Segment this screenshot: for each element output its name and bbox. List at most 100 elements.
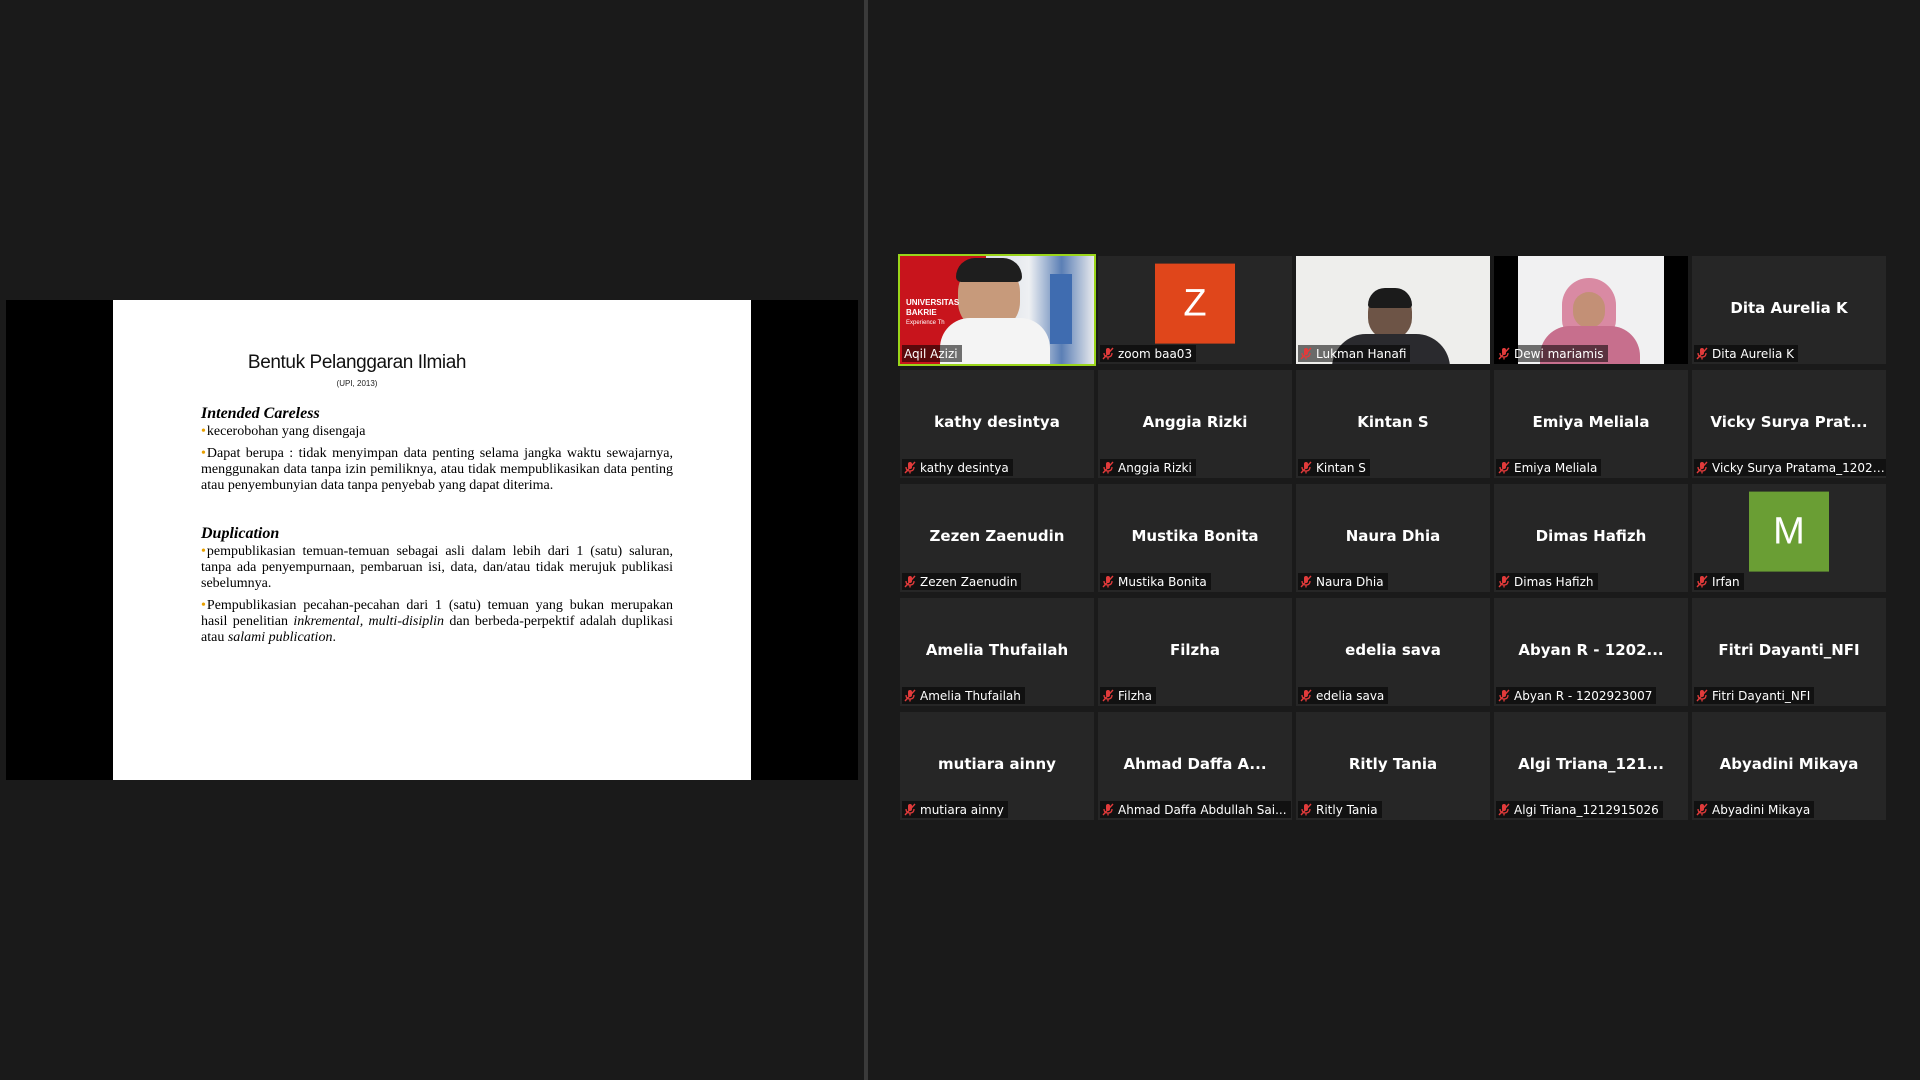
participant-display-name: Filzha bbox=[1169, 640, 1221, 659]
participant-tile[interactable]: Dita Aurelia K Dita Aurelia K bbox=[1692, 256, 1886, 364]
participant-name-label: Filzha bbox=[1100, 687, 1156, 704]
participant-name-label: Emiya Meliala bbox=[1496, 459, 1602, 476]
participant-tile[interactable]: Fitri Dayanti_NFI Fitri Dayanti_NFI bbox=[1692, 598, 1886, 706]
avatar: Z bbox=[1155, 263, 1235, 344]
participant-display-name: Naura Dhia bbox=[1345, 526, 1441, 545]
mic-muted-icon bbox=[904, 575, 916, 588]
participant-name-label: Amelia Thufailah bbox=[902, 687, 1025, 704]
participant-tile[interactable]: kathy desintya kathy desintya bbox=[900, 370, 1094, 478]
participant-name-label: Vicky Surya Pratama_12029... bbox=[1694, 459, 1886, 476]
participant-tile[interactable]: Ritly Tania Ritly Tania bbox=[1296, 712, 1490, 820]
banner-text: Experience Th bbox=[906, 320, 945, 326]
participant-tile[interactable]: Anggia Rizki Anggia Rizki bbox=[1098, 370, 1292, 478]
mic-muted-icon bbox=[1696, 347, 1708, 360]
slide-bullet: •kecerobohan yang disengaja bbox=[201, 424, 366, 439]
participant-gallery: UNIVERSITAS BAKRIE Experience Th Aqil Az… bbox=[898, 254, 1920, 820]
avatar: M bbox=[1749, 491, 1829, 572]
participant-name-label: Abyadini Mikaya bbox=[1694, 801, 1815, 818]
presentation-slide: Bentuk Pelanggaran Ilmiah (UPI, 2013) In… bbox=[113, 300, 751, 780]
mic-muted-icon bbox=[1300, 575, 1312, 588]
participant-tile[interactable]: Amelia Thufailah Amelia Thufailah bbox=[900, 598, 1094, 706]
participant-display-name: Kintan S bbox=[1357, 412, 1429, 431]
slide-body: Intended Careless •kecerobohan yang dise… bbox=[201, 404, 673, 652]
participant-display-name: edelia sava bbox=[1345, 640, 1441, 659]
participant-name-label: Fitri Dayanti_NFI bbox=[1694, 687, 1815, 704]
participant-display-name: Fitri Dayanti_NFI bbox=[1718, 640, 1860, 659]
participant-name-label: Dimas Hafizh bbox=[1496, 573, 1598, 590]
mic-muted-icon bbox=[1498, 347, 1510, 360]
participant-name-label: Ahmad Daffa Abdullah Sai... bbox=[1100, 801, 1291, 818]
participant-display-name: Vicky Surya Prat... bbox=[1710, 412, 1868, 431]
participant-tile[interactable]: Mustika Bonita Mustika Bonita bbox=[1098, 484, 1292, 592]
mic-muted-icon bbox=[1498, 575, 1510, 588]
participant-display-name: Abyan R - 1202... bbox=[1518, 640, 1664, 659]
banner-text: BAKRIE bbox=[906, 308, 937, 317]
participant-name-label: Algi Triana_1212915026 bbox=[1496, 801, 1663, 818]
participant-tile[interactable]: Dimas Hafizh Dimas Hafizh bbox=[1494, 484, 1688, 592]
participant-tile[interactable]: M Irfan bbox=[1692, 484, 1886, 592]
participant-name-label: edelia sava bbox=[1298, 687, 1389, 704]
participant-name-label: Naura Dhia bbox=[1298, 573, 1388, 590]
mic-muted-icon bbox=[1300, 347, 1312, 360]
participant-display-name: Ritly Tania bbox=[1348, 754, 1438, 773]
participant-display-name: Zezen Zaenudin bbox=[929, 526, 1065, 545]
mic-muted-icon bbox=[1102, 575, 1114, 588]
participant-tile[interactable]: Filzha Filzha bbox=[1098, 598, 1292, 706]
participant-name-label: Zezen Zaenudin bbox=[902, 573, 1022, 590]
mic-muted-icon bbox=[1102, 347, 1114, 360]
participant-display-name: Amelia Thufailah bbox=[925, 640, 1069, 659]
participant-tile[interactable]: mutiara ainny mutiara ainny bbox=[900, 712, 1094, 820]
participant-display-name: Mustika Bonita bbox=[1131, 526, 1259, 545]
participant-name-label: Aqil Azizi bbox=[902, 345, 962, 362]
slide-bullet: •pempublikasian temuan-temuan sebagai as… bbox=[201, 544, 673, 591]
participant-name-label: Anggia Rizki bbox=[1100, 459, 1196, 476]
participant-tile[interactable]: Vicky Surya Prat... Vicky Surya Pratama_… bbox=[1692, 370, 1886, 478]
participant-display-name: mutiara ainny bbox=[938, 754, 1056, 773]
participant-display-name: Dita Aurelia K bbox=[1730, 298, 1848, 317]
mic-muted-icon bbox=[1498, 689, 1510, 702]
participant-tile[interactable]: Emiya Meliala Emiya Meliala bbox=[1494, 370, 1688, 478]
bullet-icon: • bbox=[201, 544, 206, 559]
participant-display-name: kathy desintya bbox=[934, 412, 1060, 431]
mic-muted-icon bbox=[1300, 689, 1312, 702]
mic-muted-icon bbox=[1696, 575, 1708, 588]
mic-muted-icon bbox=[1696, 689, 1708, 702]
participant-tile[interactable]: Dewi mariamis bbox=[1494, 256, 1688, 364]
bullet-icon: • bbox=[201, 598, 206, 613]
participant-display-name: Emiya Meliala bbox=[1532, 412, 1650, 431]
mic-muted-icon bbox=[1498, 461, 1510, 474]
participant-tile[interactable]: UNIVERSITAS BAKRIE Experience Th Aqil Az… bbox=[898, 254, 1096, 366]
slide-bullet: •Pempublikasian pecahan-pecahan dari 1 (… bbox=[201, 598, 673, 645]
participant-tile[interactable]: Zezen Zaenudin Zezen Zaenudin bbox=[900, 484, 1094, 592]
participant-tile[interactable]: Abyadini Mikaya Abyadini Mikaya bbox=[1692, 712, 1886, 820]
mic-muted-icon bbox=[904, 461, 916, 474]
participant-tile[interactable]: Z zoom baa03 bbox=[1098, 256, 1292, 364]
mic-muted-icon bbox=[904, 803, 916, 816]
mic-muted-icon bbox=[1102, 461, 1114, 474]
participant-name-label: Abyan R - 1202923007 bbox=[1496, 687, 1657, 704]
gallery-pane: UNIVERSITAS BAKRIE Experience Th Aqil Az… bbox=[868, 0, 1920, 1080]
participant-tile[interactable]: Ahmad Daffa A... Ahmad Daffa Abdullah Sa… bbox=[1098, 712, 1292, 820]
section-heading-intended-careless: Intended Careless bbox=[201, 405, 320, 422]
participant-display-name: Dimas Hafizh bbox=[1535, 526, 1647, 545]
participant-tile[interactable]: Kintan S Kintan S bbox=[1296, 370, 1490, 478]
participant-tile[interactable]: edelia sava edelia sava bbox=[1296, 598, 1490, 706]
mic-muted-icon bbox=[1498, 803, 1510, 816]
participant-display-name: Abyadini Mikaya bbox=[1719, 754, 1859, 773]
participant-name-label: Dita Aurelia K bbox=[1694, 345, 1799, 362]
banner-text: UNIVERSITAS bbox=[906, 298, 960, 307]
participant-tile[interactable]: Abyan R - 1202... Abyan R - 1202923007 bbox=[1494, 598, 1688, 706]
participant-name-label: Kintan S bbox=[1298, 459, 1370, 476]
participant-name-label: Irfan bbox=[1694, 573, 1744, 590]
participant-display-name: Anggia Rizki bbox=[1142, 412, 1248, 431]
participant-tile[interactable]: Naura Dhia Naura Dhia bbox=[1296, 484, 1490, 592]
participant-tile[interactable]: Algi Triana_121... Algi Triana_121291502… bbox=[1494, 712, 1688, 820]
section-heading-duplication: Duplication bbox=[201, 525, 280, 542]
mic-muted-icon bbox=[1300, 803, 1312, 816]
mic-muted-icon bbox=[904, 689, 916, 702]
participant-name-label: Lukman Hanafi bbox=[1298, 345, 1411, 362]
participant-tile[interactable]: Lukman Hanafi bbox=[1296, 256, 1490, 364]
participant-name-label: mutiara ainny bbox=[902, 801, 1008, 818]
participant-display-name: Algi Triana_121... bbox=[1518, 754, 1664, 773]
mic-muted-icon bbox=[1696, 461, 1708, 474]
